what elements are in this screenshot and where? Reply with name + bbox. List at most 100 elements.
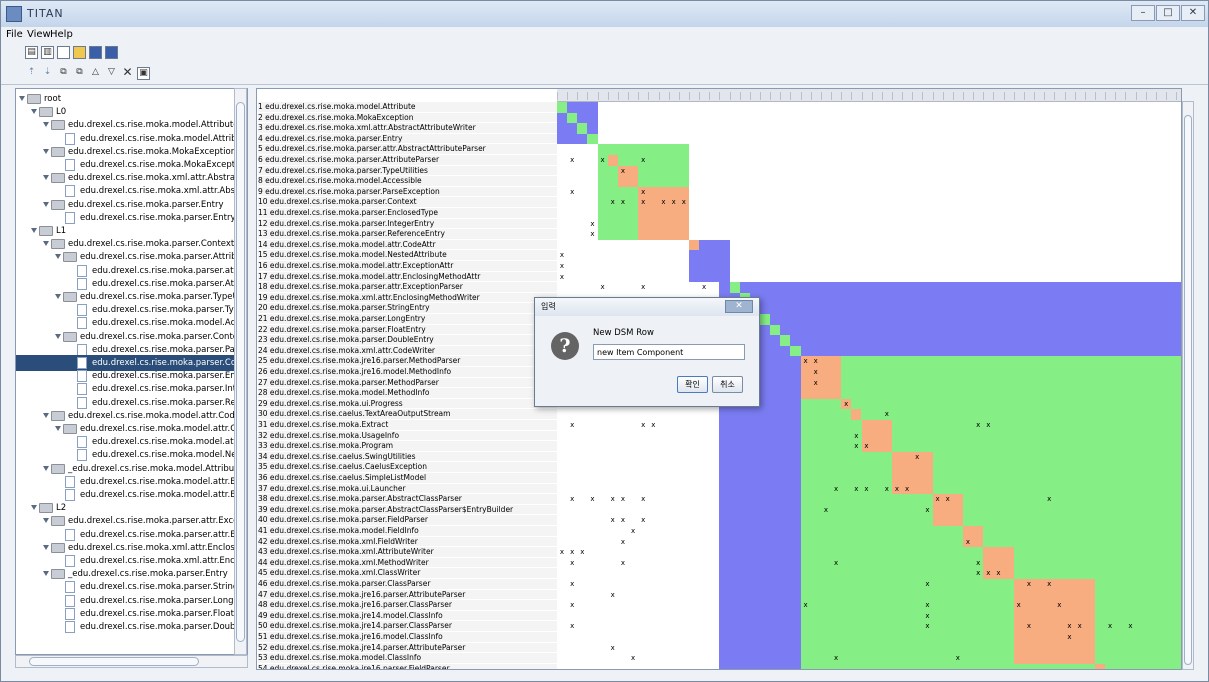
dsm-row-label[interactable]: 47 edu.drexel.cs.rise.moka.jre16.parser.…: [258, 589, 557, 601]
dsm-row-label[interactable]: 27 edu.drexel.cs.rise.moka.parser.Method…: [258, 377, 557, 389]
dependency-mark[interactable]: x: [811, 356, 821, 367]
dsm-row-label[interactable]: 10 edu.drexel.cs.rise.moka.parser.Contex…: [258, 197, 557, 208]
dependency-mark[interactable]: x: [922, 505, 932, 516]
dependency-mark[interactable]: x: [993, 568, 1003, 579]
dependency-mark[interactable]: x: [699, 282, 709, 293]
dependency-mark[interactable]: x: [618, 166, 628, 177]
dependency-mark[interactable]: x: [638, 420, 648, 431]
dependency-mark[interactable]: x: [679, 197, 689, 208]
dependency-mark[interactable]: x: [851, 484, 861, 495]
save-as-icon[interactable]: [105, 46, 118, 59]
dependency-mark[interactable]: x: [618, 494, 628, 505]
dependency-mark[interactable]: x: [811, 367, 821, 378]
dependency-mark[interactable]: x: [557, 261, 567, 272]
dependency-mark[interactable]: x: [831, 653, 841, 664]
dependency-mark[interactable]: x: [567, 600, 577, 611]
expand-toggle-icon[interactable]: [31, 109, 37, 115]
dependency-mark[interactable]: x: [1125, 621, 1135, 632]
dependency-mark[interactable]: x: [567, 558, 577, 569]
dependency-mark[interactable]: x: [922, 579, 932, 590]
dsm-row-label[interactable]: 33 edu.drexel.cs.rise.moka.Program: [258, 441, 557, 452]
dependency-mark[interactable]: x: [567, 621, 577, 632]
dependency-mark[interactable]: x: [831, 558, 841, 569]
dsm-row-label[interactable]: 53 edu.drexel.cs.rise.moka.model.ClassIn…: [258, 653, 557, 664]
dsm-row-label[interactable]: 31 edu.drexel.cs.rise.moka.Extract: [258, 420, 557, 431]
dependency-mark[interactable]: x: [862, 484, 872, 495]
dependency-mark[interactable]: x: [973, 420, 983, 431]
expand-toggle-icon[interactable]: [55, 254, 61, 260]
dependency-mark[interactable]: x: [618, 537, 628, 548]
dependency-mark[interactable]: x: [1024, 621, 1034, 632]
dsm-row-label[interactable]: 28 edu.drexel.cs.rise.moka.model.MethodI…: [258, 388, 557, 399]
maximize-button[interactable]: □: [1156, 5, 1180, 21]
expand-toggle-icon[interactable]: [43, 412, 49, 418]
dependency-mark[interactable]: x: [608, 515, 618, 526]
dependency-mark[interactable]: x: [1105, 621, 1115, 632]
title-bar[interactable]: TITAN – □ ✕: [1, 1, 1208, 27]
expand-toggle-icon[interactable]: [31, 228, 37, 233]
dialog-close-button[interactable]: ✕: [725, 300, 753, 313]
dependency-mark[interactable]: x: [638, 197, 648, 208]
dependency-mark[interactable]: x: [801, 356, 811, 367]
dependency-mark[interactable]: x: [567, 579, 577, 590]
group-icon[interactable]: ⇡: [25, 67, 38, 80]
dependency-mark[interactable]: x: [902, 484, 912, 495]
dsm-row-label[interactable]: 22 edu.drexel.cs.rise.moka.parser.FloatE…: [258, 324, 557, 336]
dependency-mark[interactable]: x: [638, 494, 648, 505]
tree-node-file[interactable]: edu.drexel.cs.rise.moka.parser.DoubleEnt…: [16, 619, 246, 635]
dsm-row-label[interactable]: 16 edu.drexel.cs.rise.moka.model.attr.Ex…: [258, 261, 557, 272]
dependency-mark[interactable]: x: [557, 547, 567, 558]
dsm-row-label[interactable]: 1 edu.drexel.cs.rise.moka.model.Attribut…: [258, 102, 557, 113]
dependency-mark[interactable]: x: [669, 197, 679, 208]
dsm-row-label[interactable]: 35 edu.drexel.cs.rise.caelus.CaelusExcep…: [258, 462, 557, 473]
expand-toggle-icon[interactable]: [43, 518, 49, 524]
dsm-row-label[interactable]: 51 edu.drexel.cs.rise.moka.jre16.model.C…: [258, 632, 557, 643]
dependency-mark[interactable]: x: [862, 441, 872, 452]
dependency-mark[interactable]: x: [851, 431, 861, 442]
dependency-mark[interactable]: x: [973, 568, 983, 579]
menu-help[interactable]: Help: [50, 29, 73, 40]
dependency-mark[interactable]: x: [1014, 600, 1024, 611]
expand-toggle-icon[interactable]: [19, 96, 25, 101]
dsm-row-label[interactable]: 34 edu.drexel.cs.rise.caelus.SwingUtilit…: [258, 451, 557, 463]
dsm-row-label[interactable]: 21 edu.drexel.cs.rise.moka.parser.LongEn…: [258, 314, 557, 325]
dsm-row-label[interactable]: 5 edu.drexel.cs.rise.moka.parser.attr.Ab…: [258, 144, 557, 155]
dependency-mark[interactable]: x: [1075, 621, 1085, 632]
triangle-up-icon[interactable]: △: [89, 67, 102, 80]
new-file-icon[interactable]: [57, 46, 70, 59]
dependency-mark[interactable]: x: [587, 229, 597, 240]
dependency-mark[interactable]: x: [922, 621, 932, 632]
dependency-mark[interactable]: x: [851, 441, 861, 452]
dependency-mark[interactable]: x: [587, 219, 597, 230]
dependency-mark[interactable]: x: [567, 494, 577, 505]
menu-view[interactable]: View: [27, 29, 51, 40]
dsm-row-label[interactable]: 19 edu.drexel.cs.rise.moka.xml.attr.Encl…: [258, 292, 557, 304]
dependency-mark[interactable]: x: [628, 653, 638, 664]
dependency-mark[interactable]: x: [638, 282, 648, 293]
dependency-mark[interactable]: x: [1044, 579, 1054, 590]
minimize-button[interactable]: –: [1131, 5, 1155, 21]
dependency-mark[interactable]: x: [882, 484, 892, 495]
move-up-icon[interactable]: ⧉: [57, 67, 70, 80]
dependency-mark[interactable]: x: [567, 547, 577, 558]
dsm-row-label[interactable]: 2 edu.drexel.cs.rise.moka.MokaException: [258, 112, 557, 124]
dependency-mark[interactable]: x: [608, 590, 618, 601]
dsm-row-label[interactable]: 43 edu.drexel.cs.rise.moka.xml.Attribute…: [258, 547, 557, 558]
menu-file[interactable]: File: [6, 29, 23, 40]
dependency-mark[interactable]: x: [567, 155, 577, 166]
open-dsm-icon[interactable]: ▤: [25, 46, 38, 59]
cancel-button[interactable]: 취소: [712, 376, 743, 393]
dependency-mark[interactable]: x: [598, 155, 608, 166]
dsm-row-label[interactable]: 6 edu.drexel.cs.rise.moka.parser.Attribu…: [258, 155, 557, 166]
dependency-mark[interactable]: x: [841, 399, 851, 410]
dependency-mark[interactable]: x: [567, 420, 577, 431]
dsm-row-label[interactable]: 7 edu.drexel.cs.rise.moka.parser.TypeUti…: [258, 165, 557, 177]
dependency-mark[interactable]: x: [821, 505, 831, 516]
dependency-mark[interactable]: x: [608, 197, 618, 208]
expand-toggle-icon[interactable]: [55, 426, 61, 431]
expand-toggle-icon[interactable]: [43, 241, 49, 247]
dsm-row-label[interactable]: 23 edu.drexel.cs.rise.moka.parser.Double…: [258, 335, 557, 346]
dependency-mark[interactable]: x: [922, 611, 932, 622]
dsm-row-label[interactable]: 50 edu.drexel.cs.rise.moka.jre14.parser.…: [258, 621, 557, 632]
tree-vertical-scroll-thumb[interactable]: [236, 102, 245, 642]
